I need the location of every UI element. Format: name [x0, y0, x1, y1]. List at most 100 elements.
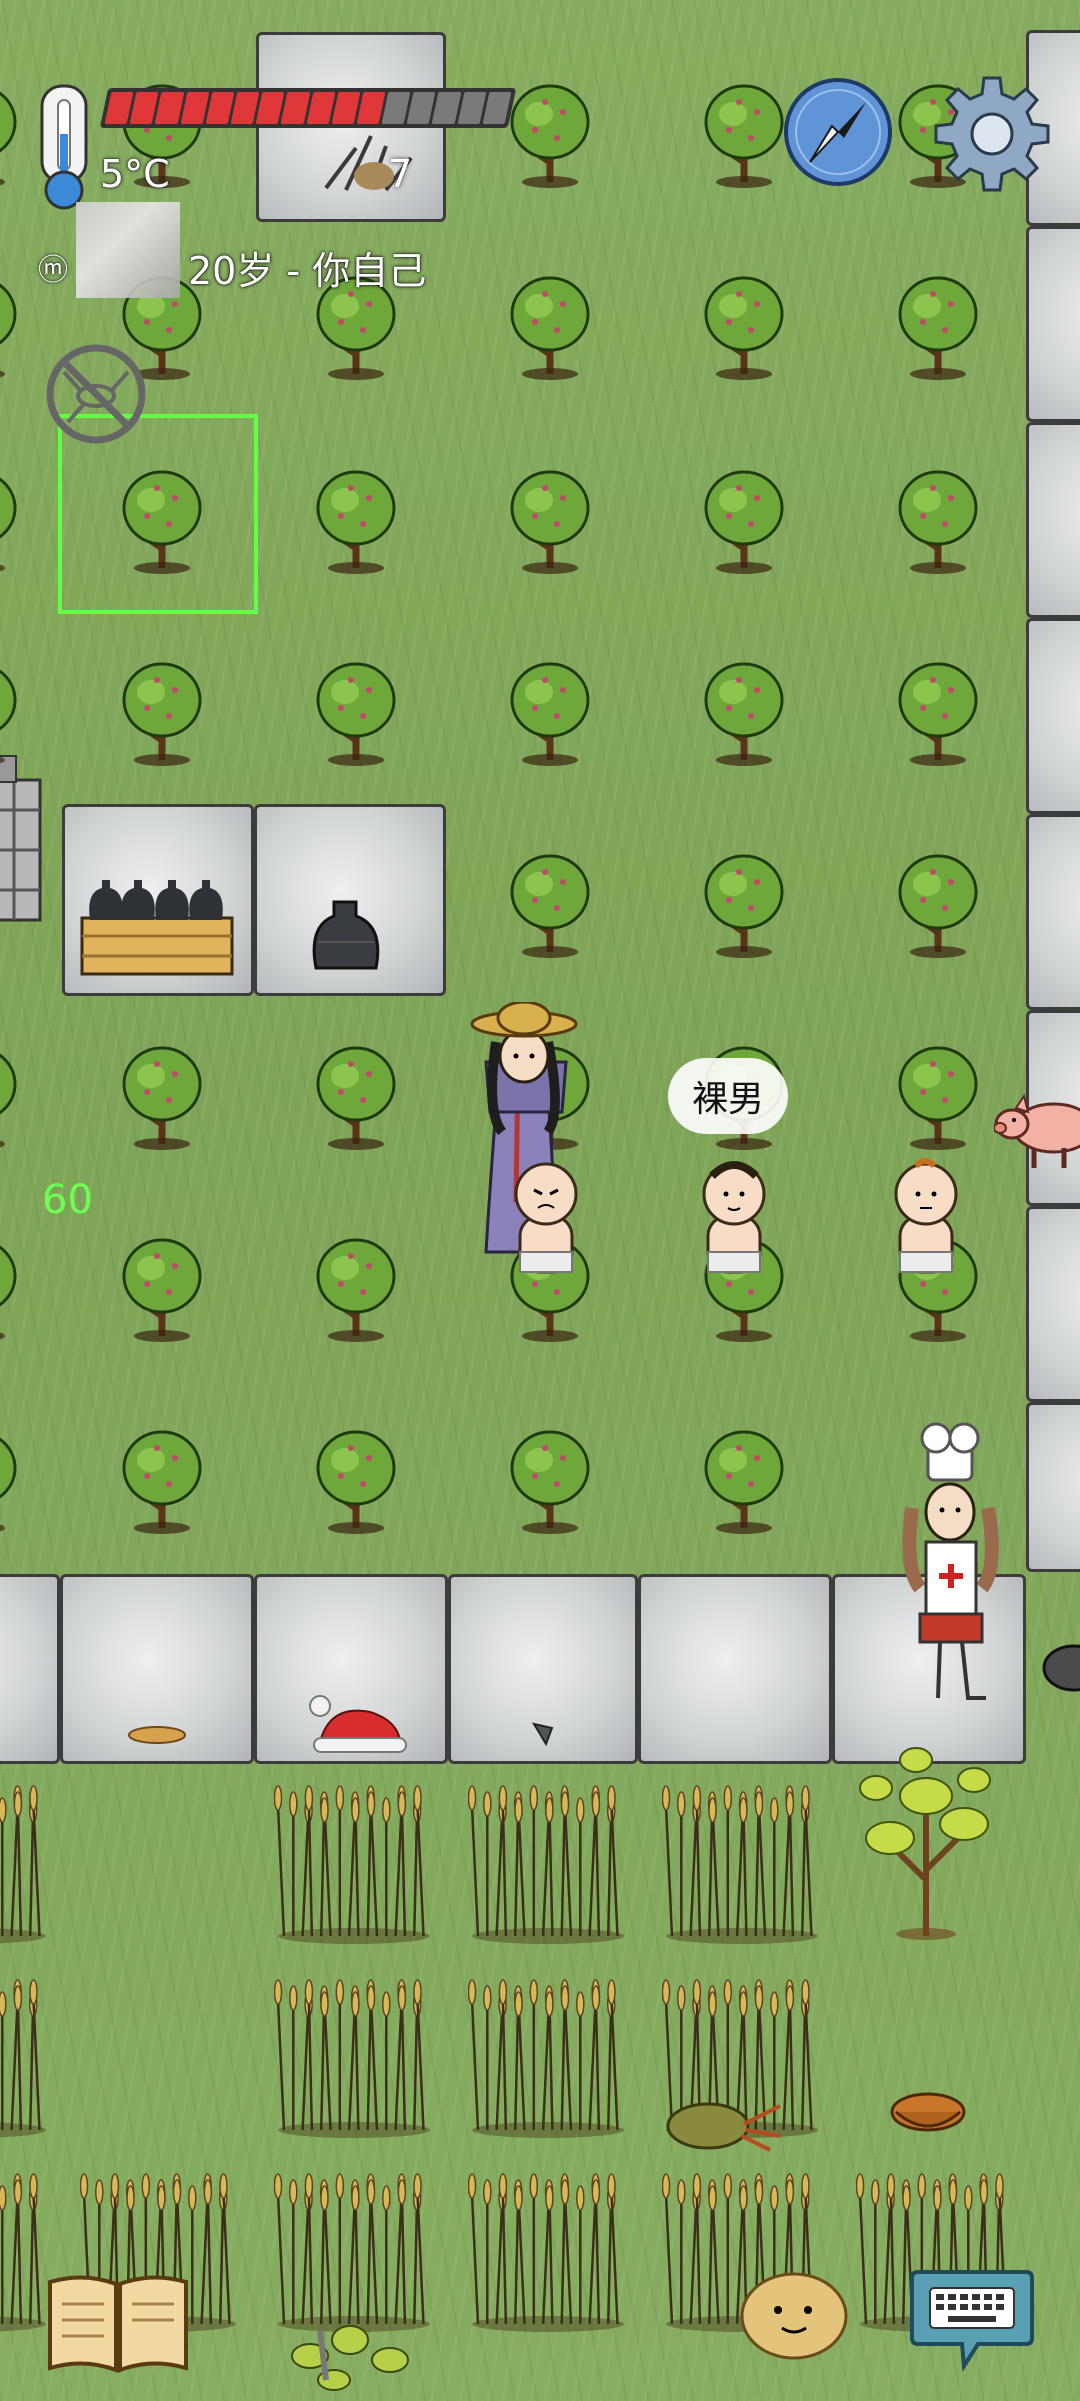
yum-counter: 60: [42, 1177, 93, 1223]
stone-wall-tile[interactable]: [1026, 618, 1080, 814]
speech-bubble: 裸男: [668, 1058, 788, 1134]
gooseberry-bush[interactable]: [0, 464, 22, 574]
gooseberry-bush[interactable]: [893, 270, 983, 380]
gooseberry-bush[interactable]: [311, 1424, 401, 1534]
game-world[interactable]: 裸男 60: [0, 0, 1080, 2401]
gooseberry-bush[interactable]: [893, 848, 983, 958]
gooseberry-bush[interactable]: [0, 1424, 22, 1534]
gooseberry-bush[interactable]: [311, 1040, 401, 1150]
health-segment: [129, 92, 159, 124]
health-segment: [280, 92, 310, 124]
stone-floor-tile[interactable]: [638, 1574, 832, 1764]
gooseberry-bush[interactable]: [117, 1232, 207, 1342]
baby-character[interactable]: [886, 1156, 966, 1276]
gooseberry-bush[interactable]: [893, 656, 983, 766]
wheat-crop[interactable]: [0, 1970, 50, 2140]
gooseberry-bush[interactable]: [117, 1040, 207, 1150]
health-segment: [482, 92, 512, 124]
woven-basket[interactable]: [890, 2090, 966, 2142]
flint-chip[interactable]: [528, 1718, 558, 1748]
gooseberry-bush[interactable]: [505, 270, 595, 380]
health-segment: [457, 92, 487, 124]
thermometer-icon: [40, 84, 88, 210]
health-segment: [406, 92, 436, 124]
domestic-sapling[interactable]: [856, 1740, 996, 1940]
stone-wall-tile[interactable]: [1026, 1402, 1080, 1572]
stone-wall-tile[interactable]: [1026, 814, 1080, 1010]
wheat-crop[interactable]: [0, 1776, 50, 1946]
wheat-crop[interactable]: [273, 2164, 434, 2334]
compass-icon[interactable]: [782, 76, 894, 188]
book-icon[interactable]: [44, 2268, 192, 2374]
gooseberry-bush[interactable]: [0, 1232, 22, 1342]
gooseberry-bush[interactable]: [0, 1040, 22, 1150]
gooseberry-bush[interactable]: [311, 656, 401, 766]
gooseberry-bush[interactable]: [505, 464, 595, 574]
health-segment: [306, 92, 336, 124]
water-jug[interactable]: [308, 892, 384, 972]
player-info[interactable]: ⓜ 20岁 - 你自己: [38, 202, 427, 298]
health-segment: [432, 92, 462, 124]
seedling-plant[interactable]: [280, 2310, 420, 2401]
boulder[interactable]: [1040, 1622, 1080, 1692]
santa-hat[interactable]: [300, 1690, 410, 1760]
potato-face-icon[interactable]: [738, 2266, 850, 2362]
gooseberry-bush[interactable]: [699, 464, 789, 574]
gooseberry-bush[interactable]: [893, 1040, 983, 1150]
stack-count: 7: [388, 152, 413, 196]
gooseberry-bush[interactable]: [505, 656, 595, 766]
wheat-crop[interactable]: [467, 1970, 628, 2140]
wheat-crop[interactable]: [273, 1970, 434, 2140]
gooseberry-bush[interactable]: [0, 656, 22, 766]
gooseberry-bush[interactable]: [893, 464, 983, 574]
wheat-crop[interactable]: [467, 2164, 628, 2334]
gooseberry-bush[interactable]: [311, 1232, 401, 1342]
burdock-root[interactable]: [664, 2086, 784, 2156]
gooseberry-bush[interactable]: [117, 1424, 207, 1534]
health-segment: [104, 92, 134, 124]
keyboard-icon[interactable]: [908, 2262, 1036, 2374]
gooseberry-bush[interactable]: [505, 1424, 595, 1534]
bell-tower-ruin[interactable]: [0, 750, 50, 930]
health-segment: [154, 92, 184, 124]
health-segment: [255, 92, 285, 124]
health-segment: [381, 92, 411, 124]
family-tree-icon[interactable]: ⓜ: [38, 245, 68, 289]
wheat-crop[interactable]: [661, 1776, 822, 1946]
gooseberry-bush[interactable]: [0, 78, 22, 188]
wheat-crop[interactable]: [0, 2164, 50, 2334]
gooseberry-bush[interactable]: [699, 270, 789, 380]
health-segment: [205, 92, 235, 124]
wild-pig[interactable]: [994, 1088, 1080, 1176]
wheat-crop[interactable]: [273, 1776, 434, 1946]
health-segment: [180, 92, 210, 124]
baby-character[interactable]: [694, 1154, 774, 1276]
chef-character[interactable]: [890, 1418, 1010, 1708]
stone-wall-tile[interactable]: [1026, 1206, 1080, 1402]
gooseberry-bush[interactable]: [117, 656, 207, 766]
temperature-readout: 5°C: [100, 152, 170, 196]
gooseberry-bush[interactable]: [0, 270, 22, 380]
gooseberry-bush[interactable]: [311, 464, 401, 574]
no-mosquito-icon: [46, 344, 146, 444]
stone-floor-tile[interactable]: [0, 1574, 60, 1764]
gooseberry-bush[interactable]: [699, 656, 789, 766]
water-jugs-crate[interactable]: [76, 872, 240, 982]
health-segment: [331, 92, 361, 124]
player-age-label: 20岁 - 你自己: [188, 248, 427, 293]
gooseberry-bush[interactable]: [699, 848, 789, 958]
bread-loaf[interactable]: [126, 1724, 188, 1746]
player-name-redacted: [76, 202, 180, 298]
gooseberry-bush[interactable]: [699, 78, 789, 188]
gooseberry-bush[interactable]: [505, 78, 595, 188]
stone-wall-tile[interactable]: [1026, 226, 1080, 422]
gear-icon[interactable]: [932, 72, 1052, 192]
gooseberry-bush[interactable]: [699, 1424, 789, 1534]
health-bar: [99, 88, 517, 128]
health-segment: [356, 92, 386, 124]
wheat-crop[interactable]: [467, 1776, 628, 1946]
baby-character[interactable]: [506, 1156, 586, 1276]
gooseberry-bush[interactable]: [505, 848, 595, 958]
health-segment: [230, 92, 260, 124]
stone-wall-tile[interactable]: [1026, 422, 1080, 618]
